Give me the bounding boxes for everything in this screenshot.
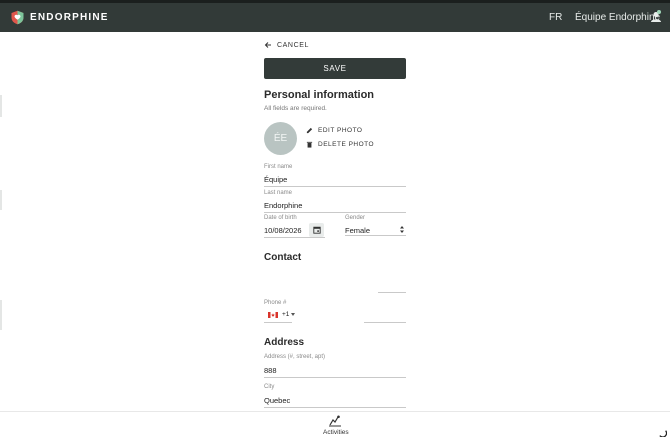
arrow-left-icon [264, 42, 271, 48]
trash-icon [306, 141, 313, 148]
phone-input-underline [364, 322, 406, 323]
gender-underline [345, 235, 406, 236]
dob-field[interactable]: 10/08/2026 [264, 226, 302, 235]
personal-info-title: Personal information [264, 89, 375, 101]
user-name[interactable]: Équipe Endorphine [575, 12, 660, 23]
calendar-button[interactable] [309, 223, 324, 237]
left-edge-mark [0, 190, 2, 210]
pencil-icon [306, 127, 313, 134]
avatar: ÉE [264, 122, 297, 155]
cancel-button[interactable]: CANCEL [264, 41, 309, 49]
city-label: City [264, 384, 275, 390]
user-status-dot [657, 10, 661, 14]
street-field[interactable]: 888 [264, 366, 277, 375]
contact-title: Contact [264, 252, 302, 263]
dob-underline [264, 237, 325, 238]
last-name-underline [264, 212, 406, 213]
first-name-underline [264, 186, 406, 187]
delete-photo-label: DELETE PHOTO [318, 141, 375, 148]
left-edge-mark [0, 95, 2, 117]
chevron-down-icon[interactable] [291, 313, 295, 316]
endorphine-logo-icon[interactable] [10, 10, 25, 25]
activities-nav-item[interactable]: Activities [323, 429, 349, 436]
contact-field-underline [378, 292, 406, 293]
delete-photo-button[interactable]: DELETE PHOTO [306, 141, 374, 148]
gender-select[interactable]: Female [345, 226, 370, 235]
calendar-icon [312, 226, 321, 234]
last-name-label: Last name [264, 190, 293, 196]
edit-photo-label: EDIT PHOTO [318, 127, 363, 134]
left-edge-mark [0, 300, 2, 330]
save-button[interactable]: SAVE [264, 58, 406, 79]
first-name-label: First name [264, 164, 293, 170]
street-label: Address (#, street, apt) [264, 354, 326, 360]
canada-flag-icon[interactable] [268, 312, 278, 318]
last-name-field[interactable]: Endorphine [264, 201, 302, 210]
select-updown-icon [400, 226, 404, 233]
city-field[interactable]: Quebec [264, 396, 290, 405]
first-name-field[interactable]: Équipe [264, 175, 287, 184]
phone-label: Phone # [264, 300, 287, 306]
city-underline [264, 407, 406, 408]
brand-name[interactable]: ENDORPHINE [30, 12, 109, 23]
language-toggle[interactable]: FR [549, 12, 562, 23]
app-header: ENDORPHINE FR Équipe Endorphine [0, 3, 670, 32]
edit-photo-button[interactable]: EDIT PHOTO [306, 127, 363, 134]
activities-icon[interactable] [328, 415, 342, 427]
dob-label: Date of birth [264, 215, 297, 221]
cancel-label: CANCEL [277, 41, 309, 49]
required-note: All fields are required. [264, 105, 327, 112]
loading-spinner-icon [659, 430, 667, 437]
dial-code[interactable]: +1 [282, 311, 289, 318]
address-title: Address [264, 337, 305, 348]
dial-code-underline [264, 322, 292, 323]
gender-label: Gender [345, 215, 366, 221]
street-underline [264, 377, 406, 378]
